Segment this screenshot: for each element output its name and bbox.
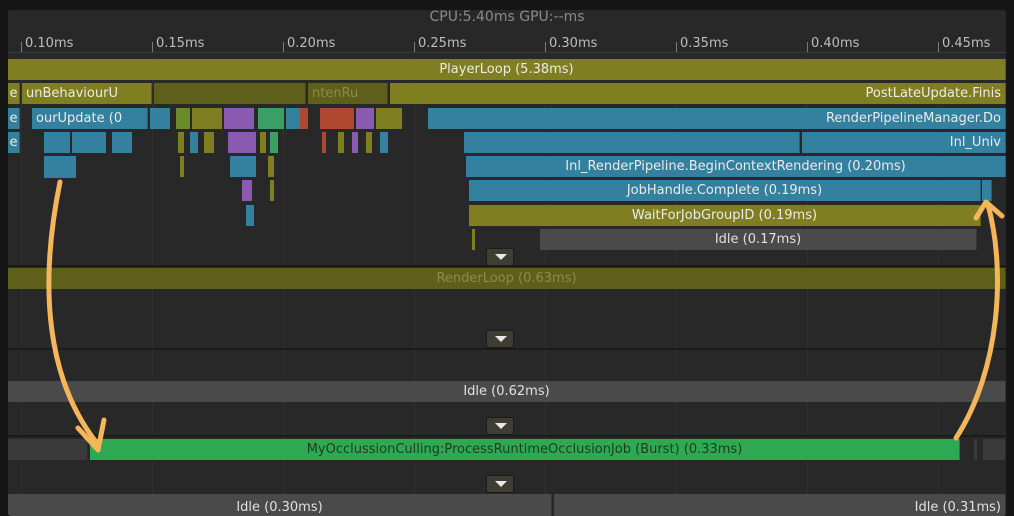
profiler-window: CPU:5.40ms GPU:--ms 0.10ms 0.15ms 0.20ms… [0,0,1014,516]
down-arrow-curve [49,182,96,442]
timeline-panel: CPU:5.40ms GPU:--ms 0.10ms 0.15ms 0.20ms… [8,10,1006,516]
up-arrow-curve [956,205,997,438]
annotation-arrows [8,10,1006,516]
